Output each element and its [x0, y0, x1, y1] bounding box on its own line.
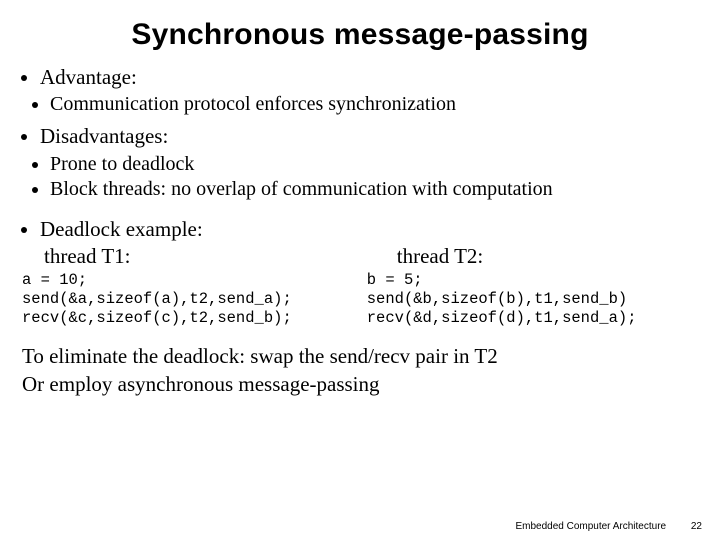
thread-t1-label: thread T1: [22, 244, 367, 269]
advantage-item-0: Communication protocol enforces synchron… [50, 92, 698, 117]
deadlock-heading-list: Deadlock example: [22, 216, 698, 242]
slide: Synchronous message-passing Advantage: C… [0, 0, 720, 540]
conclusion: To eliminate the deadlock: swap the send… [22, 343, 698, 398]
disadvantages-heading: Disadvantages: [40, 123, 698, 149]
conclusion-line-2: Or employ asynchronous message-passing [22, 371, 698, 398]
advantage-sublist: Communication protocol enforces synchron… [22, 92, 698, 117]
thread-t1-code: a = 10; send(&a,sizeof(a),t2,send_a); re… [22, 271, 367, 328]
disadvantage-item-1: Block threads: no overlap of communicati… [50, 177, 698, 202]
thread-t2-label: thread T2: [367, 244, 698, 269]
deadlock-heading: Deadlock example: [40, 216, 698, 242]
body-list: Advantage: [22, 64, 698, 90]
conclusion-line-1: To eliminate the deadlock: swap the send… [22, 343, 698, 370]
advantage-heading: Advantage: [40, 64, 698, 90]
disadvantage-item-0: Prone to deadlock [50, 152, 698, 177]
thread-t1-column: thread T1: a = 10; send(&a,sizeof(a),t2,… [22, 244, 367, 328]
disadvantages-sublist: Prone to deadlock Block threads: no over… [22, 152, 698, 202]
thread-columns: thread T1: a = 10; send(&a,sizeof(a),t2,… [22, 244, 698, 328]
slide-title: Synchronous message-passing [22, 18, 698, 52]
deadlock-example: Deadlock example: thread T1: a = 10; sen… [22, 216, 698, 328]
footer: Embedded Computer Architecture 22 [515, 521, 702, 532]
footer-page-number: 22 [691, 521, 702, 532]
thread-t2-column: thread T2: b = 5; send(&b,sizeof(b),t1,s… [367, 244, 698, 328]
thread-t2-code: b = 5; send(&b,sizeof(b),t1,send_b) recv… [367, 271, 698, 328]
footer-course: Embedded Computer Architecture [515, 521, 666, 532]
disadvantages-list: Disadvantages: [22, 123, 698, 149]
